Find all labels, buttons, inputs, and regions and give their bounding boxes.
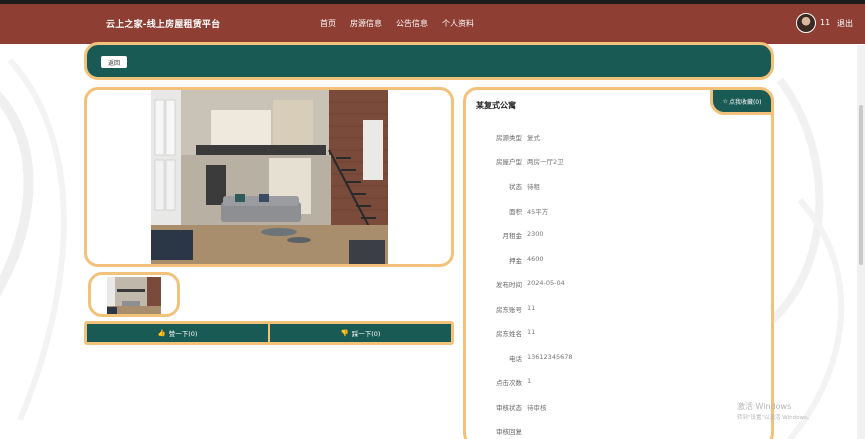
detail-value: 11: [527, 328, 536, 336]
detail-label: 点击次数: [496, 379, 522, 387]
apartment-photo[interactable]: [151, 90, 388, 266]
watermark-subtitle: 转到"设置"以激活 Windows。: [737, 415, 813, 421]
favorite-label: 点我收藏(0): [728, 98, 762, 106]
detail-value: 复式: [527, 134, 540, 142]
detail-row: 房东账号 11: [466, 304, 766, 316]
detail-label: 房东账号: [496, 306, 522, 314]
detail-label: 审核回复: [496, 428, 522, 436]
star-icon: ☆: [722, 97, 728, 105]
back-button[interactable]: 返回: [101, 56, 127, 68]
favorite-button[interactable]: ☆ 点我收藏(0): [710, 87, 774, 115]
detail-label: 面积: [509, 208, 522, 216]
detail-value: 4600: [527, 255, 544, 263]
detail-row: 房源类型 复式: [466, 132, 766, 144]
like-button[interactable]: 👍 赞一下(0): [87, 324, 270, 342]
property-info-panel: 某复式公寓 ☆ 点我收藏(0) 房源类型 复式 房屋户型 两房一厅2卫 状态 待…: [463, 87, 774, 439]
watermark-title: 激活 Windows: [737, 402, 792, 411]
detail-label: 房东姓名: [496, 330, 522, 338]
page-scrollbar[interactable]: [857, 45, 865, 439]
like-label: 赞一下(0): [168, 330, 198, 338]
thumbnail-strip: [88, 272, 180, 317]
main-nav: 首页 房源信息 公告信息 个人资料: [320, 18, 488, 29]
action-toolbar: 返回: [84, 42, 774, 80]
nav-item-home[interactable]: 首页: [320, 18, 336, 29]
detail-row: 电话 13612345678: [466, 353, 766, 365]
property-title: 某复式公寓: [476, 101, 516, 110]
detail-value: 两房一厅2卫: [527, 158, 564, 166]
avatar[interactable]: [796, 13, 816, 33]
vote-bar: 👍 赞一下(0) 👎 踩一下(0): [84, 321, 454, 345]
detail-label: 房源类型: [496, 134, 522, 142]
site-brand[interactable]: 云上之家-线上房屋租赁平台: [106, 17, 220, 30]
detail-value: 11: [527, 304, 536, 312]
logout-link[interactable]: 退出: [837, 18, 853, 29]
detail-row: 点击次数 1: [466, 377, 766, 389]
thumbs-up-icon: 👍: [157, 329, 166, 337]
detail-label: 押金: [509, 257, 522, 265]
detail-value: 2024-05-04: [527, 279, 565, 287]
detail-row: 月租金 2300: [466, 230, 766, 242]
detail-label: 发布时间: [496, 281, 522, 289]
detail-row: 押金 4600: [466, 255, 766, 267]
detail-label: 状态: [509, 183, 522, 191]
detail-label: 审核状态: [496, 404, 522, 412]
detail-row: 审核状态 待审核: [466, 402, 766, 414]
username[interactable]: 11: [820, 18, 830, 27]
dislike-button[interactable]: 👎 踩一下(0): [270, 324, 451, 342]
scrollbar-thumb[interactable]: [859, 105, 863, 265]
detail-value: 13612345678: [527, 353, 573, 361]
detail-row: 房屋户型 两房一厅2卫: [466, 156, 766, 168]
detail-value: 45平方: [527, 208, 549, 216]
detail-value: 待租: [527, 183, 540, 191]
nav-item-profile[interactable]: 个人资料: [442, 18, 474, 29]
detail-label: 电话: [509, 355, 522, 363]
nav-item-listings[interactable]: 房源信息: [350, 18, 382, 29]
detail-value: 待审核: [527, 404, 547, 412]
thumbs-down-icon: 👎: [340, 329, 349, 337]
detail-label: 月租金: [502, 232, 523, 240]
main-image-panel: [84, 87, 454, 267]
detail-row: 审核回复: [466, 426, 766, 438]
nav-item-announcements[interactable]: 公告信息: [396, 18, 428, 29]
thumbnail-image[interactable]: [107, 277, 161, 315]
top-navigation-bar: 云上之家-线上房屋租赁平台 首页 房源信息 公告信息 个人资料 11 退出: [0, 0, 865, 44]
windows-activation-watermark: 激活 Windows 转到"设置"以激活 Windows。: [737, 401, 812, 421]
dislike-label: 踩一下(0): [351, 330, 381, 338]
detail-row: 状态 待租: [466, 181, 766, 193]
detail-value: 2300: [527, 230, 544, 238]
detail-value: 1: [527, 377, 532, 385]
detail-row: 发布时间 2024-05-04: [466, 279, 766, 291]
detail-label: 房屋户型: [496, 158, 522, 166]
detail-row: 房东姓名 11: [466, 328, 766, 340]
detail-row: 面积 45平方: [466, 206, 766, 218]
